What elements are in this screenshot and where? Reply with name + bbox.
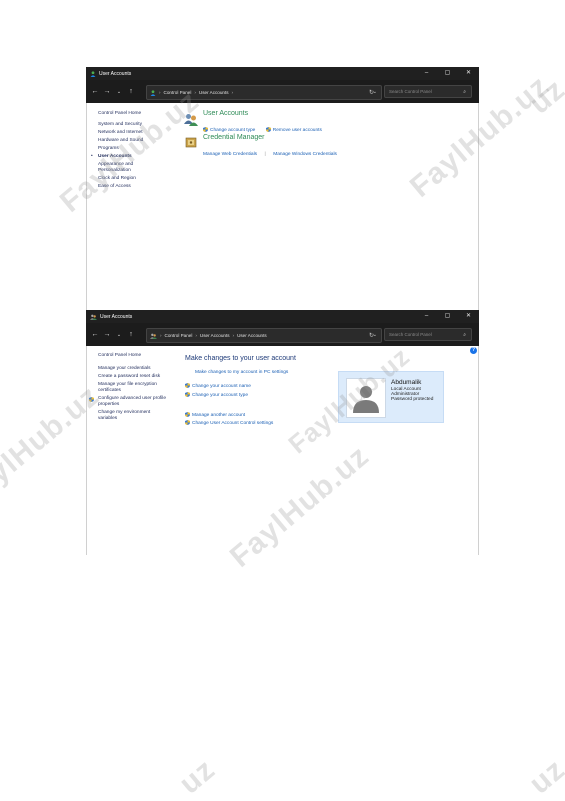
- window-title: User Accounts: [99, 70, 132, 77]
- user-accounts-app-icon: [90, 70, 96, 77]
- uac-shield-icon: [185, 383, 190, 388]
- uac-settings-link[interactable]: Change User Account Control settings: [185, 420, 296, 426]
- up-button[interactable]: ↑: [125, 88, 137, 95]
- search-input[interactable]: Search Control Panel ⌕: [384, 328, 472, 341]
- breadcrumb-chevron-icon: ›: [160, 333, 162, 338]
- forward-button[interactable]: →: [101, 331, 113, 338]
- breadcrumb-user-accounts[interactable]: User Accounts: [199, 90, 229, 95]
- manage-web-credentials-link[interactable]: Manage Web Credentials: [203, 152, 257, 157]
- manage-windows-credentials-link[interactable]: Manage Windows Credentials: [273, 152, 337, 157]
- sidebar-item-file-encryption[interactable]: Manage your file encryption certificates: [98, 382, 170, 393]
- watermark: uz: [523, 752, 565, 801]
- change-account-type-link[interactable]: Change account type: [203, 127, 255, 133]
- page-title: Make changes to your user account: [185, 355, 296, 362]
- sidebar-item-environment-variables[interactable]: Change my environment variables: [98, 410, 170, 421]
- close-button[interactable]: ✕: [458, 67, 479, 80]
- sidebar: Control Panel Home Manage your credentia…: [89, 353, 170, 421]
- refresh-icon[interactable]: ↻: [369, 89, 374, 96]
- uac-shield-icon: [203, 127, 208, 133]
- breadcrumb-chevron-icon[interactable]: ›: [232, 90, 234, 95]
- user-accounts-folder-icon: [150, 333, 157, 339]
- selected-bullet-icon: •: [91, 154, 93, 159]
- maximize-button[interactable]: ▢: [437, 310, 458, 323]
- sidebar-item-advanced-profile[interactable]: Configure advanced user profile properti…: [89, 396, 170, 407]
- navigation-bar: ← → ⌄ ↑ › Control Panel › User Accounts …: [86, 80, 479, 103]
- change-account-name-link[interactable]: Change your account name: [185, 383, 296, 389]
- maximize-button[interactable]: ▢: [437, 67, 458, 80]
- user-accounts-app-icon: [90, 314, 97, 320]
- back-button[interactable]: ←: [89, 88, 101, 95]
- user-accounts-heading[interactable]: User Accounts: [203, 110, 322, 117]
- uac-shield-icon: [185, 411, 190, 417]
- sidebar-control-panel-home[interactable]: Control Panel Home: [98, 353, 170, 358]
- navigation-bar: ← → ⌄ ↑ › Control Panel › User Accounts …: [86, 323, 479, 346]
- breadcrumb-chevron-icon: ›: [195, 333, 197, 338]
- minimize-button[interactable]: –: [416, 67, 437, 80]
- forward-button[interactable]: →: [101, 88, 113, 95]
- up-button[interactable]: ↑: [125, 331, 137, 338]
- title-bar[interactable]: User Accounts – ▢ ✕: [86, 67, 479, 80]
- address-bar[interactable]: › Control Panel › User Accounts › User A…: [146, 328, 382, 343]
- breadcrumb-chevron-icon: ›: [159, 90, 161, 95]
- link-separator: |: [264, 152, 266, 157]
- close-button[interactable]: ✕: [458, 310, 479, 323]
- control-panel-icon: [150, 89, 156, 96]
- account-password-status: Password protected: [391, 397, 434, 402]
- breadcrumb-chevron-icon: ›: [232, 333, 235, 338]
- main-panel: Make changes to your user account Make c…: [185, 355, 296, 426]
- window-title: User Accounts: [100, 313, 133, 320]
- breadcrumb-control-panel[interactable]: Control Panel: [165, 333, 193, 338]
- sidebar-item-password-reset-disk[interactable]: Create a password reset disk: [98, 374, 170, 379]
- recent-locations-button[interactable]: ⌄: [113, 332, 125, 338]
- recent-locations-button[interactable]: ⌄: [113, 89, 125, 95]
- uac-shield-icon: [265, 127, 271, 133]
- minimize-button[interactable]: –: [416, 310, 437, 323]
- help-icon[interactable]: ?: [470, 347, 477, 354]
- search-icon: ⌕: [463, 332, 466, 338]
- credential-manager-heading[interactable]: Credential Manager: [203, 134, 337, 141]
- pc-settings-link[interactable]: Make changes to my account in PC setting…: [195, 370, 296, 375]
- title-bar[interactable]: User Accounts – ▢ ✕: [86, 310, 479, 323]
- search-icon: ⌕: [463, 89, 466, 95]
- watermark: uz: [173, 752, 222, 801]
- uac-shield-icon: [185, 391, 190, 397]
- breadcrumb-user-accounts[interactable]: User Accounts: [200, 333, 230, 338]
- back-button[interactable]: ←: [89, 331, 101, 338]
- breadcrumb-chevron-icon: ›: [194, 90, 196, 95]
- breadcrumb-user-accounts-current[interactable]: User Accounts: [237, 333, 267, 338]
- remove-user-accounts-link[interactable]: Remove user accounts: [265, 127, 322, 133]
- change-account-type-link[interactable]: Change your account type: [185, 391, 296, 398]
- uac-shield-icon: [185, 420, 190, 426]
- search-input[interactable]: Search Control Panel ⌕: [384, 85, 472, 98]
- sidebar-item-manage-credentials[interactable]: Manage your credentials: [98, 366, 170, 371]
- vault-icon: [185, 135, 197, 153]
- manage-another-account-link[interactable]: Manage another account: [185, 411, 296, 417]
- refresh-icon[interactable]: ↻: [369, 332, 374, 339]
